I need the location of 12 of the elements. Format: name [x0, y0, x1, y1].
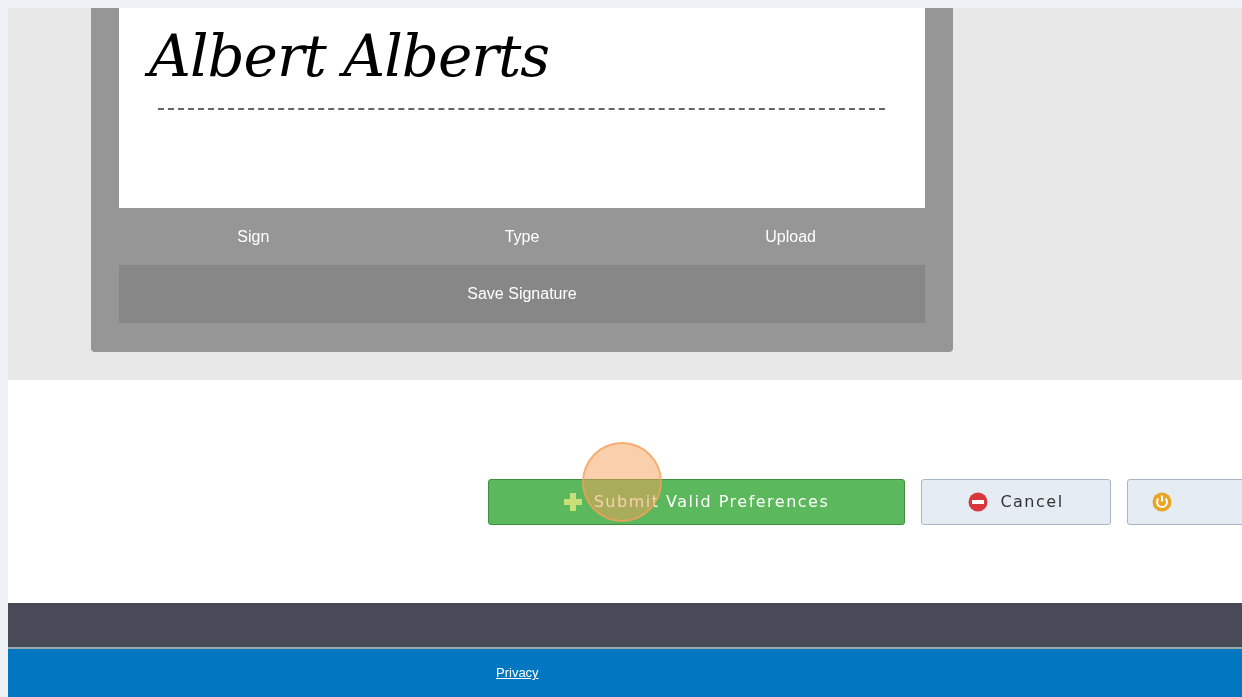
cancel-button[interactable]: Cancel: [921, 478, 1111, 525]
signature-tab[interactable]: Type: [504, 224, 540, 249]
plus-icon: [563, 492, 582, 511]
power-icon: [1152, 491, 1172, 512]
save-signature-button[interactable]: Save Signature: [119, 265, 925, 323]
minus-circle-icon: [968, 491, 989, 512]
privacy-link[interactable]: Privacy: [496, 663, 539, 683]
signature-tab[interactable]: Upload: [765, 224, 816, 249]
signature-tab[interactable]: Sign: [237, 224, 270, 249]
submit-button[interactable]: Submit Valid Preferences: [488, 478, 905, 525]
power-button[interactable]: [1127, 478, 1242, 525]
signature-text: Albert Alberts: [141, 16, 558, 96]
